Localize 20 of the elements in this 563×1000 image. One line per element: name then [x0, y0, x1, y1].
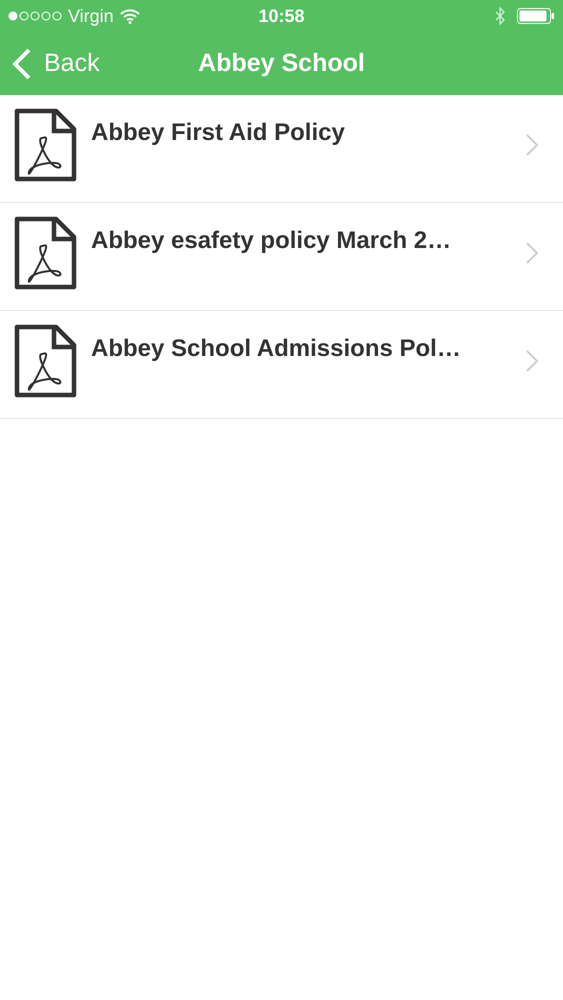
carrier-name: Virgin — [68, 6, 114, 26]
pdf-document-icon — [14, 216, 77, 290]
document-title: Abbey School Admissions Pol… — [91, 335, 462, 363]
pdf-document-icon — [14, 324, 77, 398]
document-row[interactable]: Abbey First Aid Policy — [0, 95, 563, 203]
signal-icon — [8, 10, 62, 22]
chevron-left-icon — [12, 48, 32, 80]
document-row[interactable]: Abbey esafety policy March 2… — [0, 203, 563, 311]
wifi-icon — [120, 8, 140, 24]
chevron-right-icon — [525, 241, 539, 265]
battery-icon — [517, 8, 555, 24]
document-title: Abbey First Aid Policy — [91, 119, 346, 147]
clock-time: 10:58 — [258, 6, 305, 26]
chevron-right-icon — [525, 133, 539, 157]
document-row[interactable]: Abbey School Admissions Pol… — [0, 311, 563, 419]
pdf-document-icon — [14, 108, 77, 182]
document-title: Abbey esafety policy March 2… — [91, 227, 452, 255]
bluetooth-icon — [495, 7, 505, 25]
screen-title: Abbey School — [198, 49, 365, 78]
chevron-right-icon — [525, 349, 539, 373]
